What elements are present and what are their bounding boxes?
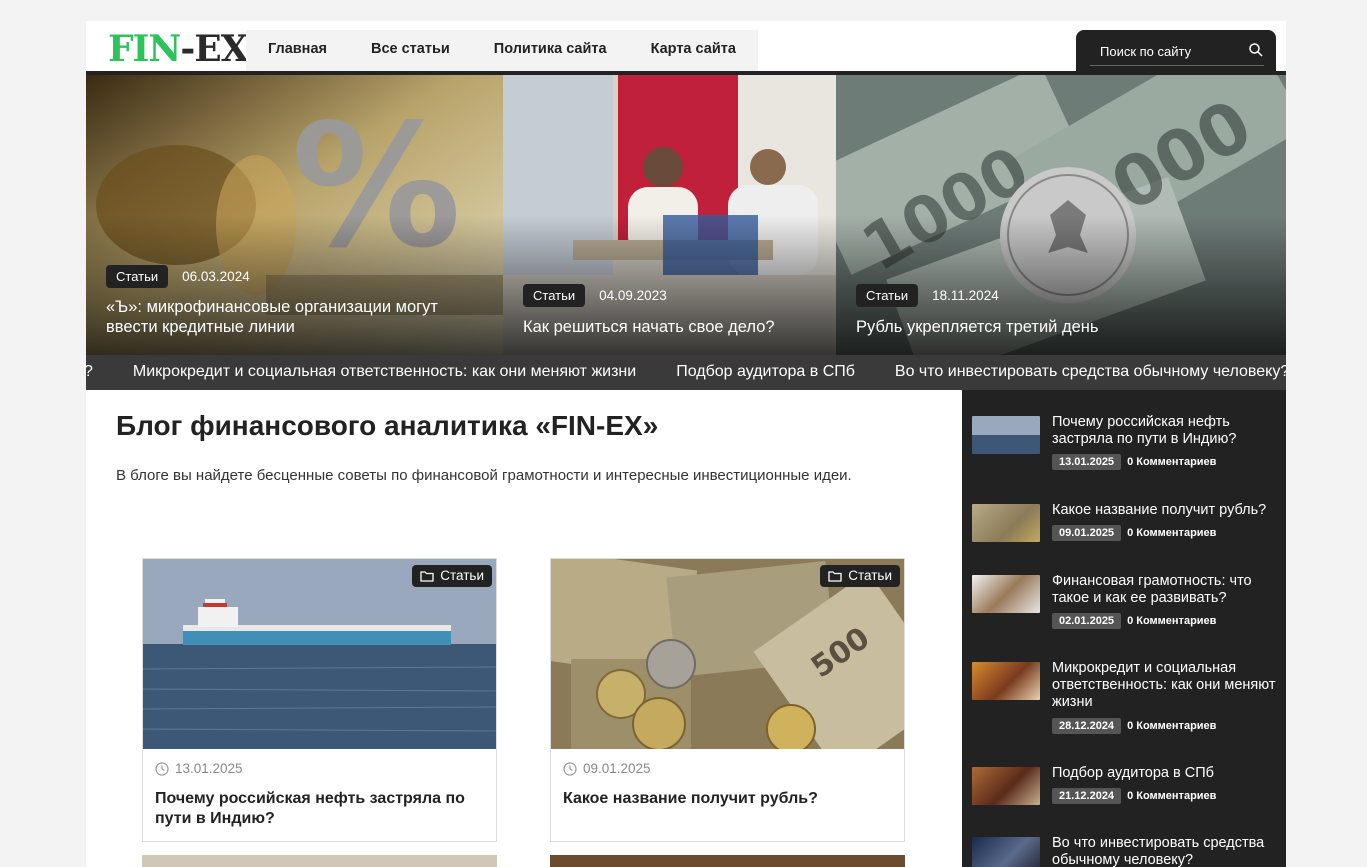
site-logo[interactable]: FIN-EX (108, 28, 249, 70)
ticker-track: ? Микрокредит и социальная ответственнос… (86, 363, 1286, 381)
hero-title[interactable]: Как решиться начать свое дело? (523, 317, 806, 337)
sidebar-post-meta: 13.01.2025 0 Комментариев (1052, 454, 1216, 470)
sidebar-post-title[interactable]: Подбор аудитора в СПб (1052, 765, 1277, 782)
sidebar-post-meta: 02.01.2025 0 Комментариев (1052, 613, 1216, 629)
sidebar-post-meta: 21.12.2024 0 Комментариев (1052, 788, 1216, 804)
ticker-item[interactable]: Подбор аудитора в СПб (676, 363, 855, 381)
site-header: FIN-EX Главная Все статьи Политика сайта… (86, 21, 1286, 75)
sidebar-thumb (972, 575, 1040, 613)
sidebar-post-title[interactable]: Финансовая грамотность: что такое и как … (1052, 573, 1277, 607)
sidebar-post-title[interactable]: Во что инвестировать средства обычному ч… (1052, 835, 1277, 867)
post-date: 13.01.2025 (155, 761, 243, 776)
nav-item-sitemap[interactable]: Карта сайта (629, 30, 758, 71)
post-card[interactable]: Статьи 13.01.2025 Почему российская нефт… (142, 558, 497, 842)
ticker-item[interactable]: ? (86, 363, 93, 381)
logo-dash: - (180, 28, 195, 70)
hero-category[interactable]: Статьи (856, 284, 919, 307)
hero-meta: Статьи 06.03.2024 (106, 265, 250, 288)
sidebar-thumb (972, 837, 1040, 867)
sidebar-post-title[interactable]: Почему российская нефть застряла по пути… (1052, 414, 1277, 448)
post-category[interactable]: Статьи (412, 565, 492, 587)
post-image-tanker (143, 559, 496, 749)
hero-title[interactable]: «Ъ»: микрофинансовые организации могут в… (106, 297, 473, 337)
post-title[interactable]: Почему российская нефть застряла по пути… (155, 789, 485, 829)
hero-slider: % Статьи 06.03.2024 «Ъ»: микрофинансовые… (86, 75, 1286, 355)
ticker-item[interactable]: Микрокредит и социальная ответственность… (133, 363, 636, 381)
sidebar-thumb (972, 416, 1040, 454)
search-icon[interactable] (1248, 42, 1264, 58)
search-box (1076, 30, 1276, 75)
sidebar-thumb (972, 767, 1040, 805)
sidebar-post-date: 28.12.2024 (1052, 718, 1122, 734)
sidebar-thumb (972, 662, 1040, 700)
folder-icon (828, 570, 842, 582)
sidebar-post-date: 02.01.2025 (1052, 613, 1122, 629)
sidebar-post-comments[interactable]: 0 Комментариев (1127, 615, 1216, 627)
post-category[interactable]: Статьи (820, 565, 900, 587)
post-date-text: 13.01.2025 (175, 761, 243, 776)
hero-date: 04.09.2023 (599, 288, 667, 303)
sidebar-post-date: 09.01.2025 (1052, 525, 1122, 541)
sidebar-post-date: 13.01.2025 (1052, 454, 1122, 470)
folder-icon (420, 570, 434, 582)
sidebar-post-title[interactable]: Микрокредит и социальная ответственность… (1052, 660, 1277, 711)
post-image-partial (142, 855, 497, 867)
news-ticker: ? Микрокредит и социальная ответственнос… (86, 355, 1286, 390)
nav-item-policy[interactable]: Политика сайта (472, 30, 629, 71)
logo-fin: FIN (108, 28, 181, 70)
sidebar-post-meta: 09.01.2025 0 Комментариев (1052, 525, 1216, 541)
post-category-label: Статьи (848, 568, 892, 583)
sidebar-post-date: 21.12.2024 (1052, 788, 1122, 804)
main-nav: Главная Все статьи Политика сайта Карта … (246, 30, 758, 71)
page: FIN-EX Главная Все статьи Политика сайта… (86, 21, 1286, 867)
sidebar-post-meta: 28.12.2024 0 Комментариев (1052, 718, 1216, 734)
nav-item-home[interactable]: Главная (246, 30, 349, 71)
post-date: 09.01.2025 (563, 761, 651, 776)
post-card[interactable]: 500 Статьи 09.01.2025 Какое название пол… (550, 558, 905, 842)
hero-meta: Статьи 18.11.2024 (856, 284, 999, 307)
search-input[interactable] (1090, 38, 1264, 66)
hero-category[interactable]: Статьи (523, 284, 586, 307)
hero-card[interactable]: 1000 1000 Статьи 18.11.2024 Рубль укрепл… (836, 75, 1286, 355)
hero-card[interactable]: % Статьи 06.03.2024 «Ъ»: микрофинансовые… (86, 75, 503, 355)
post-category-label: Статьи (440, 568, 484, 583)
hero-category[interactable]: Статьи (106, 265, 169, 288)
post-image-rubles: 500 (551, 559, 904, 749)
logo-ex: EX (194, 28, 248, 70)
page-description: В блоге вы найдете бесценные советы по ф… (116, 467, 852, 484)
post-image-partial (550, 855, 905, 867)
sidebar-recent-posts: Почему российская нефть застряла по пути… (962, 390, 1286, 867)
sidebar-thumb (972, 504, 1040, 542)
sidebar-post-comments[interactable]: 0 Комментариев (1127, 790, 1216, 802)
sidebar-post-comments[interactable]: 0 Комментариев (1127, 527, 1216, 539)
post-title[interactable]: Какое название получит рубль? (563, 789, 893, 809)
hero-card[interactable]: Статьи 04.09.2023 Как решиться начать св… (503, 75, 836, 355)
hero-title[interactable]: Рубль укрепляется третий день (856, 317, 1256, 337)
nav-item-all-articles[interactable]: Все статьи (349, 30, 472, 71)
ticker-item[interactable]: Во что инвестировать средства обычному ч… (895, 363, 1286, 381)
main-content: Блог финансового аналитика «FIN-EX» В бл… (86, 390, 962, 867)
page-title: Блог финансового аналитика «FIN-EX» (116, 410, 659, 441)
post-date-text: 09.01.2025 (583, 761, 651, 776)
sidebar-post-title[interactable]: Какое название получит рубль? (1052, 502, 1277, 519)
sidebar-post-comments[interactable]: 0 Комментариев (1127, 456, 1216, 468)
hero-date: 06.03.2024 (182, 269, 250, 284)
clock-icon (563, 761, 577, 776)
sidebar-post-comments[interactable]: 0 Комментариев (1127, 720, 1216, 732)
hero-date: 18.11.2024 (932, 288, 999, 303)
clock-icon (155, 761, 169, 776)
hero-meta: Статьи 04.09.2023 (523, 284, 667, 307)
